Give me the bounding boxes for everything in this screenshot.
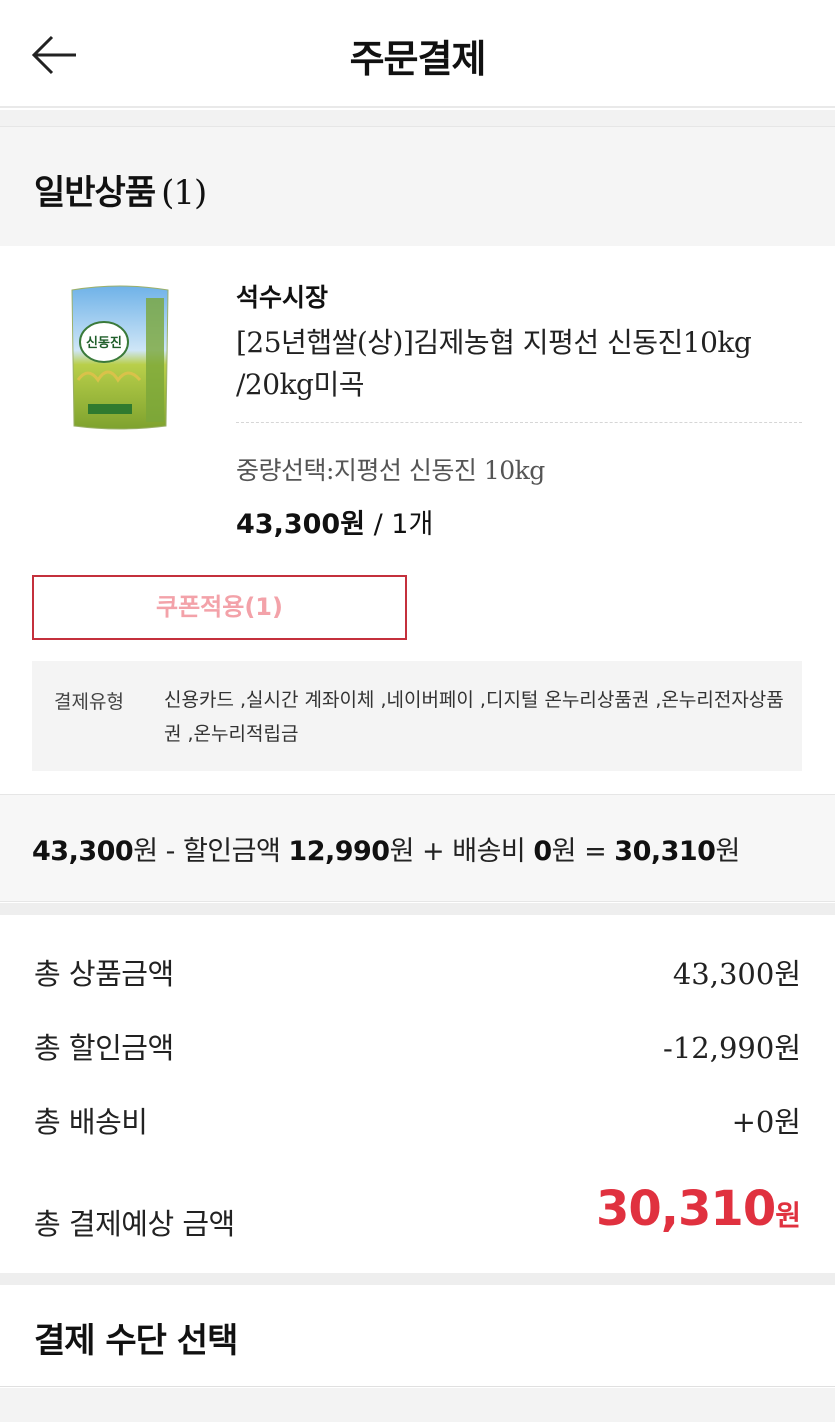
section-gap xyxy=(0,903,835,915)
total-shipping-row: 총 배송비 +0원 xyxy=(34,1093,801,1143)
product-card: 신동진 석수시장 [25년햅쌀(상)]김제농협 지평선 신동진10kg /20k… xyxy=(0,246,835,794)
section-count: (1) xyxy=(161,173,207,213)
summary-won-4: 원 xyxy=(715,836,740,867)
summary-shipping: 0 xyxy=(533,836,552,867)
rice-bag-image: 신동진 xyxy=(71,285,169,430)
product-section-header: 일반상품 (1) xyxy=(0,126,835,246)
total-product-value: 43,300원 xyxy=(672,957,801,991)
summary-discount: 12,990 xyxy=(288,836,390,867)
summary-plus-shipping: + 배송비 xyxy=(413,836,534,867)
product-price: 43,300원 xyxy=(236,509,366,540)
page-title: 주문결제 xyxy=(349,37,487,81)
summary-total: 30,310 xyxy=(614,836,716,867)
bottom-strip xyxy=(0,1388,835,1422)
summary-minus-discount: - 할인금액 xyxy=(157,836,289,867)
summary-equals: = xyxy=(575,836,615,867)
top-header: 주문결제 xyxy=(0,0,835,108)
store-name: 석수시장 xyxy=(236,283,329,312)
total-final-label: 총 결제예상 금액 xyxy=(34,1207,235,1241)
coupon-apply-button[interactable]: 쿠폰적용(1) xyxy=(32,575,407,640)
summary-product-amount: 43,300 xyxy=(32,836,134,867)
section-label: 일반상품 xyxy=(34,173,156,213)
product-option: 중량선택:지평선 신동진 10kg xyxy=(236,456,545,485)
product-price-line: 43,300원 / 1개 xyxy=(236,502,433,541)
summary-won-3: 원 xyxy=(551,836,577,867)
section-title: 일반상품 (1) xyxy=(34,165,207,214)
total-shipping-label: 총 배송비 xyxy=(34,1105,148,1139)
product-name[interactable]: [25년햅쌀(상)]김제농협 지평선 신동진10kg /20kg미곡 xyxy=(236,322,796,406)
payment-type-values: 신용카드 ,실시간 계좌이체 ,네이버페이 ,디지털 온누리상품권 ,온누리전자… xyxy=(164,689,784,745)
payment-type-box: 결제유형 신용카드 ,실시간 계좌이체 ,네이버페이 ,디지털 온누리상품권 ,… xyxy=(32,661,802,771)
total-shipping-value: +0원 xyxy=(731,1105,801,1139)
summary-won-1: 원 xyxy=(133,836,158,867)
total-final-amount: 30,310 xyxy=(596,1181,776,1237)
total-final-row: 총 결제예상 금액 30,310원 xyxy=(34,1181,801,1245)
total-discount-row: 총 할인금액 -12,990원 xyxy=(34,1019,801,1069)
total-discount-value: -12,990원 xyxy=(663,1031,801,1065)
product-thumbnail[interactable]: 신동진 xyxy=(68,280,172,432)
dashed-divider xyxy=(236,422,802,423)
total-discount-label: 총 할인금액 xyxy=(34,1031,174,1065)
total-final-unit: 원 xyxy=(775,1199,801,1232)
product-quantity: / 1개 xyxy=(373,509,434,540)
total-product-row: 총 상품금액 43,300원 xyxy=(34,945,801,995)
section-gap xyxy=(0,110,835,126)
summary-text: 43,300원 - 할인금액 12,990원 + 배송비 0원 = 30,310… xyxy=(32,829,740,868)
payment-method-title: 결제 수단 선택 xyxy=(34,1321,238,1361)
total-final-value: 30,310원 xyxy=(596,1181,801,1237)
payment-type-label: 결제유형 xyxy=(54,691,124,713)
thumbnail-text: 신동진 xyxy=(86,335,122,351)
totals-section: 총 상품금액 43,300원 총 할인금액 -12,990원 총 배송비 +0원… xyxy=(0,915,835,1273)
section-gap xyxy=(0,1273,835,1285)
total-product-label: 총 상품금액 xyxy=(34,957,174,991)
price-summary-line: 43,300원 - 할인금액 12,990원 + 배송비 0원 = 30,310… xyxy=(0,794,835,902)
summary-won-2: 원 xyxy=(389,836,415,867)
payment-method-section[interactable]: 결제 수단 선택 xyxy=(0,1285,835,1387)
